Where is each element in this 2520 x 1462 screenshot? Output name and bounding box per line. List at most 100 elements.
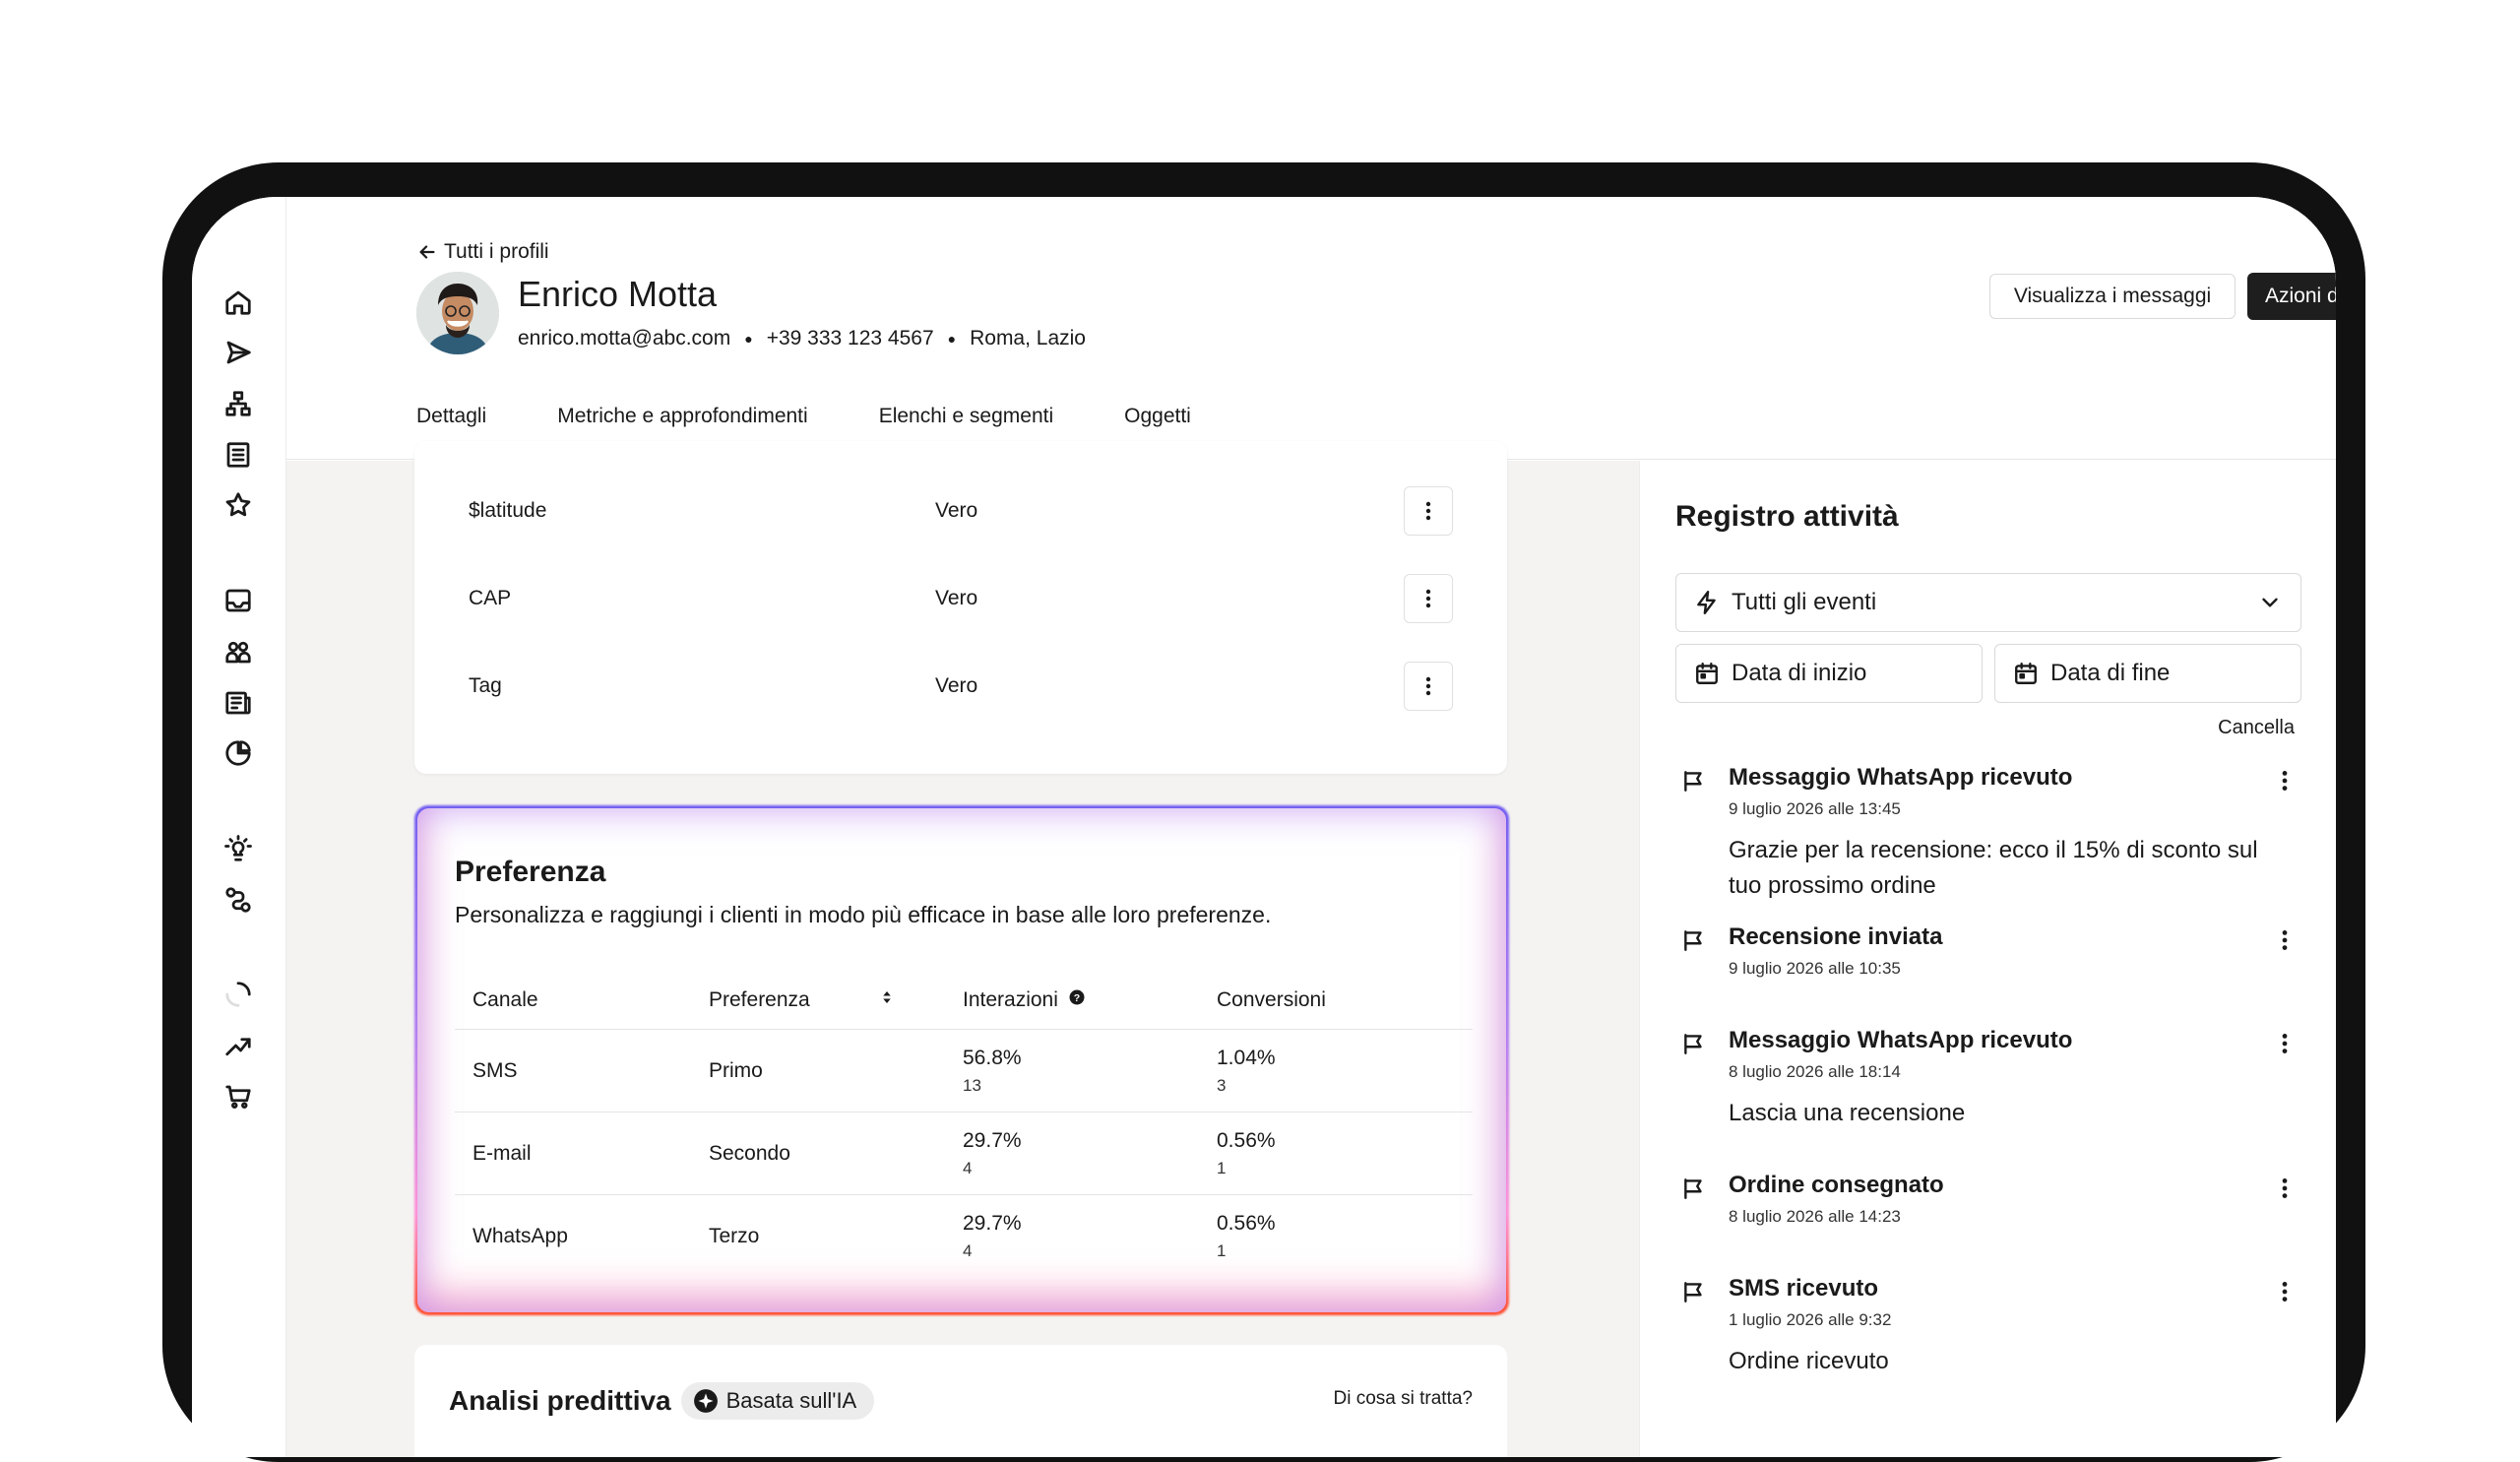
svg-text:?: ? — [1074, 991, 1080, 1003]
flag-icon — [1681, 1279, 1707, 1309]
event-body: Ordine ricevuto — [1729, 1348, 1889, 1374]
channel-cell: E-mail — [472, 1141, 532, 1165]
end-date-label: Data di fine — [2050, 660, 2171, 686]
conversions-cell: 0.56% 1 — [1217, 1129, 1471, 1178]
event-more-button[interactable] — [2272, 927, 2298, 958]
attribute-value: Vero — [935, 499, 978, 522]
more-options-button[interactable] — [1404, 486, 1453, 536]
column-header: Canale — [472, 987, 538, 1011]
start-date-label: Data di inizio — [1732, 660, 1867, 686]
kebab-icon — [2282, 1282, 2288, 1302]
event-date: 8 luglio 2026 alle 18:14 — [1729, 1062, 1901, 1081]
profile-header: Tutti i profili Enrico Motta enrico.mott… — [286, 197, 2336, 460]
column-header-interactions: Interazioni ? — [963, 988, 1217, 1012]
kebab-icon — [1425, 501, 1431, 521]
pie-chart-icon[interactable] — [221, 736, 255, 770]
start-date-field[interactable]: Data di inizio — [1675, 644, 1983, 703]
table-row: WhatsApp Terzo 29.7% 4 0.56% 1 — [455, 1195, 1473, 1278]
event-title: Messaggio WhatsApp ricevuto — [1729, 764, 2073, 791]
more-options-button[interactable] — [1404, 662, 1453, 711]
flow-icon[interactable] — [221, 883, 255, 917]
event-date: 1 luglio 2026 alle 9:32 — [1729, 1310, 1892, 1329]
channel-cell: SMS — [472, 1058, 518, 1082]
profile-actions-button[interactable]: Azioni del profilo — [2247, 273, 2336, 320]
attribute-value: Vero — [935, 674, 978, 697]
attributes-card: $latitude Vero CAP Vero Tag Vero — [414, 441, 1507, 774]
activity-event: Messaggio WhatsApp ricevuto 8 luglio 202… — [1675, 1027, 2301, 1155]
email-text: enrico.motta@abc.com — [518, 327, 731, 350]
preference-cell: Primo — [709, 1058, 763, 1082]
event-more-button[interactable] — [2272, 1279, 2298, 1309]
conversions-cell: 0.56% 1 — [1217, 1212, 1471, 1261]
ai-badge-label: Basata sull'IA — [725, 1388, 857, 1413]
cancel-button[interactable]: Cancella — [2218, 717, 2295, 739]
activity-event: Messaggio WhatsApp ricevuto 9 luglio 202… — [1675, 764, 2301, 912]
kebab-icon — [2282, 930, 2288, 950]
table-row: E-mail Secondo 29.7% 4 0.56% 1 — [455, 1112, 1473, 1195]
spinner-icon — [221, 978, 255, 1011]
lightning-icon — [1697, 590, 1716, 615]
avatar — [416, 272, 499, 354]
kebab-icon — [2282, 1034, 2288, 1053]
interactions-rate: 56.8% — [963, 1046, 1022, 1069]
calendar-icon — [2015, 663, 2037, 684]
column-header: Conversioni — [1217, 987, 1326, 1011]
back-link[interactable]: Tutti i profili — [416, 240, 549, 264]
event-filter-value: Tutti gli eventi — [1732, 589, 1877, 615]
conversions-count: 3 — [1217, 1075, 1227, 1095]
interactions-rate: 29.7% — [963, 1128, 1022, 1152]
list-icon[interactable] — [221, 438, 255, 472]
ai-badge: Basata sull'IA — [680, 1382, 875, 1420]
send-icon[interactable] — [221, 336, 255, 369]
event-date: 8 luglio 2026 alle 14:23 — [1729, 1207, 1901, 1226]
flag-icon — [1681, 768, 1707, 798]
more-options-button[interactable] — [1404, 574, 1453, 623]
predictive-card: Analisi predittiva Basata sull'IA Di cos… — [414, 1345, 1507, 1457]
channel-cell: WhatsApp — [472, 1225, 568, 1247]
conversions-rate: 0.56% — [1217, 1128, 1276, 1152]
activity-panel: Registro attività Tutti gli eventi Data … — [1639, 461, 2336, 1457]
attribute-key: $latitude — [469, 499, 547, 522]
conversions-cell: 1.04% 3 — [1217, 1047, 1471, 1096]
conversions-count: 1 — [1217, 1241, 1227, 1260]
event-filter-select[interactable]: Tutti gli eventi — [1675, 573, 2301, 632]
inbox-icon[interactable] — [221, 584, 255, 617]
event-body: Lascia una recensione — [1729, 1100, 1966, 1126]
activity-event: Recensione inviata 9 luglio 2026 alle 10… — [1675, 923, 2301, 1012]
cart-icon[interactable] — [221, 1080, 255, 1113]
conversions-rate: 0.56% — [1217, 1212, 1276, 1235]
home-icon[interactable] — [221, 286, 255, 319]
bulb-icon[interactable] — [221, 832, 255, 865]
column-header-label: Interazioni — [963, 987, 1058, 1011]
trend-icon[interactable] — [221, 1029, 255, 1062]
interactions-cell: 56.8% 13 — [963, 1047, 1217, 1096]
flag-icon — [1681, 927, 1707, 958]
column-header-sortable[interactable]: Preferenza — [709, 988, 963, 1012]
star-icon[interactable] — [221, 488, 255, 522]
people-icon[interactable] — [221, 635, 255, 668]
activity-event: SMS ricevuto 1 luglio 2026 alle 9:32 Ord… — [1675, 1275, 2301, 1403]
attribute-key: CAP — [469, 587, 512, 609]
whats-this-link[interactable]: Di cosa si tratta? — [1334, 1388, 1474, 1410]
event-date: 9 luglio 2026 alle 13:45 — [1729, 799, 1901, 818]
help-icon[interactable]: ? — [1068, 988, 1086, 1012]
event-more-button[interactable] — [2272, 768, 2298, 798]
view-messages-button[interactable]: Visualizza i messaggi — [1989, 274, 2236, 319]
preference-cell: Terzo — [709, 1225, 760, 1247]
event-title: Ordine consegnato — [1729, 1172, 1944, 1198]
news-icon[interactable] — [221, 686, 255, 720]
phone-text: +39 333 123 4567 — [766, 327, 934, 350]
event-title: Messaggio WhatsApp ricevuto — [1729, 1027, 2073, 1053]
event-more-button[interactable] — [2272, 1176, 2298, 1206]
sitemap-icon[interactable] — [221, 387, 255, 420]
app-screen: Tutti i profili Enrico Motta enrico.mott… — [192, 197, 2336, 1457]
event-more-button[interactable] — [2272, 1031, 2298, 1061]
table-header-row: Canale Preferenza Interazioni ? Conversi… — [455, 971, 1473, 1030]
sort-icon[interactable] — [878, 988, 896, 1012]
kebab-icon — [2282, 771, 2288, 791]
end-date-field[interactable]: Data di fine — [1994, 644, 2301, 703]
main-content: $latitude Vero CAP Vero Tag Vero Prefere… — [286, 441, 1639, 1457]
table-row: SMS Primo 56.8% 13 1.04% 3 — [455, 1030, 1473, 1112]
profile-name: Enrico Motta — [518, 274, 718, 314]
preference-card: Preferenza Personalizza e raggiungi i cl… — [417, 808, 1506, 1312]
